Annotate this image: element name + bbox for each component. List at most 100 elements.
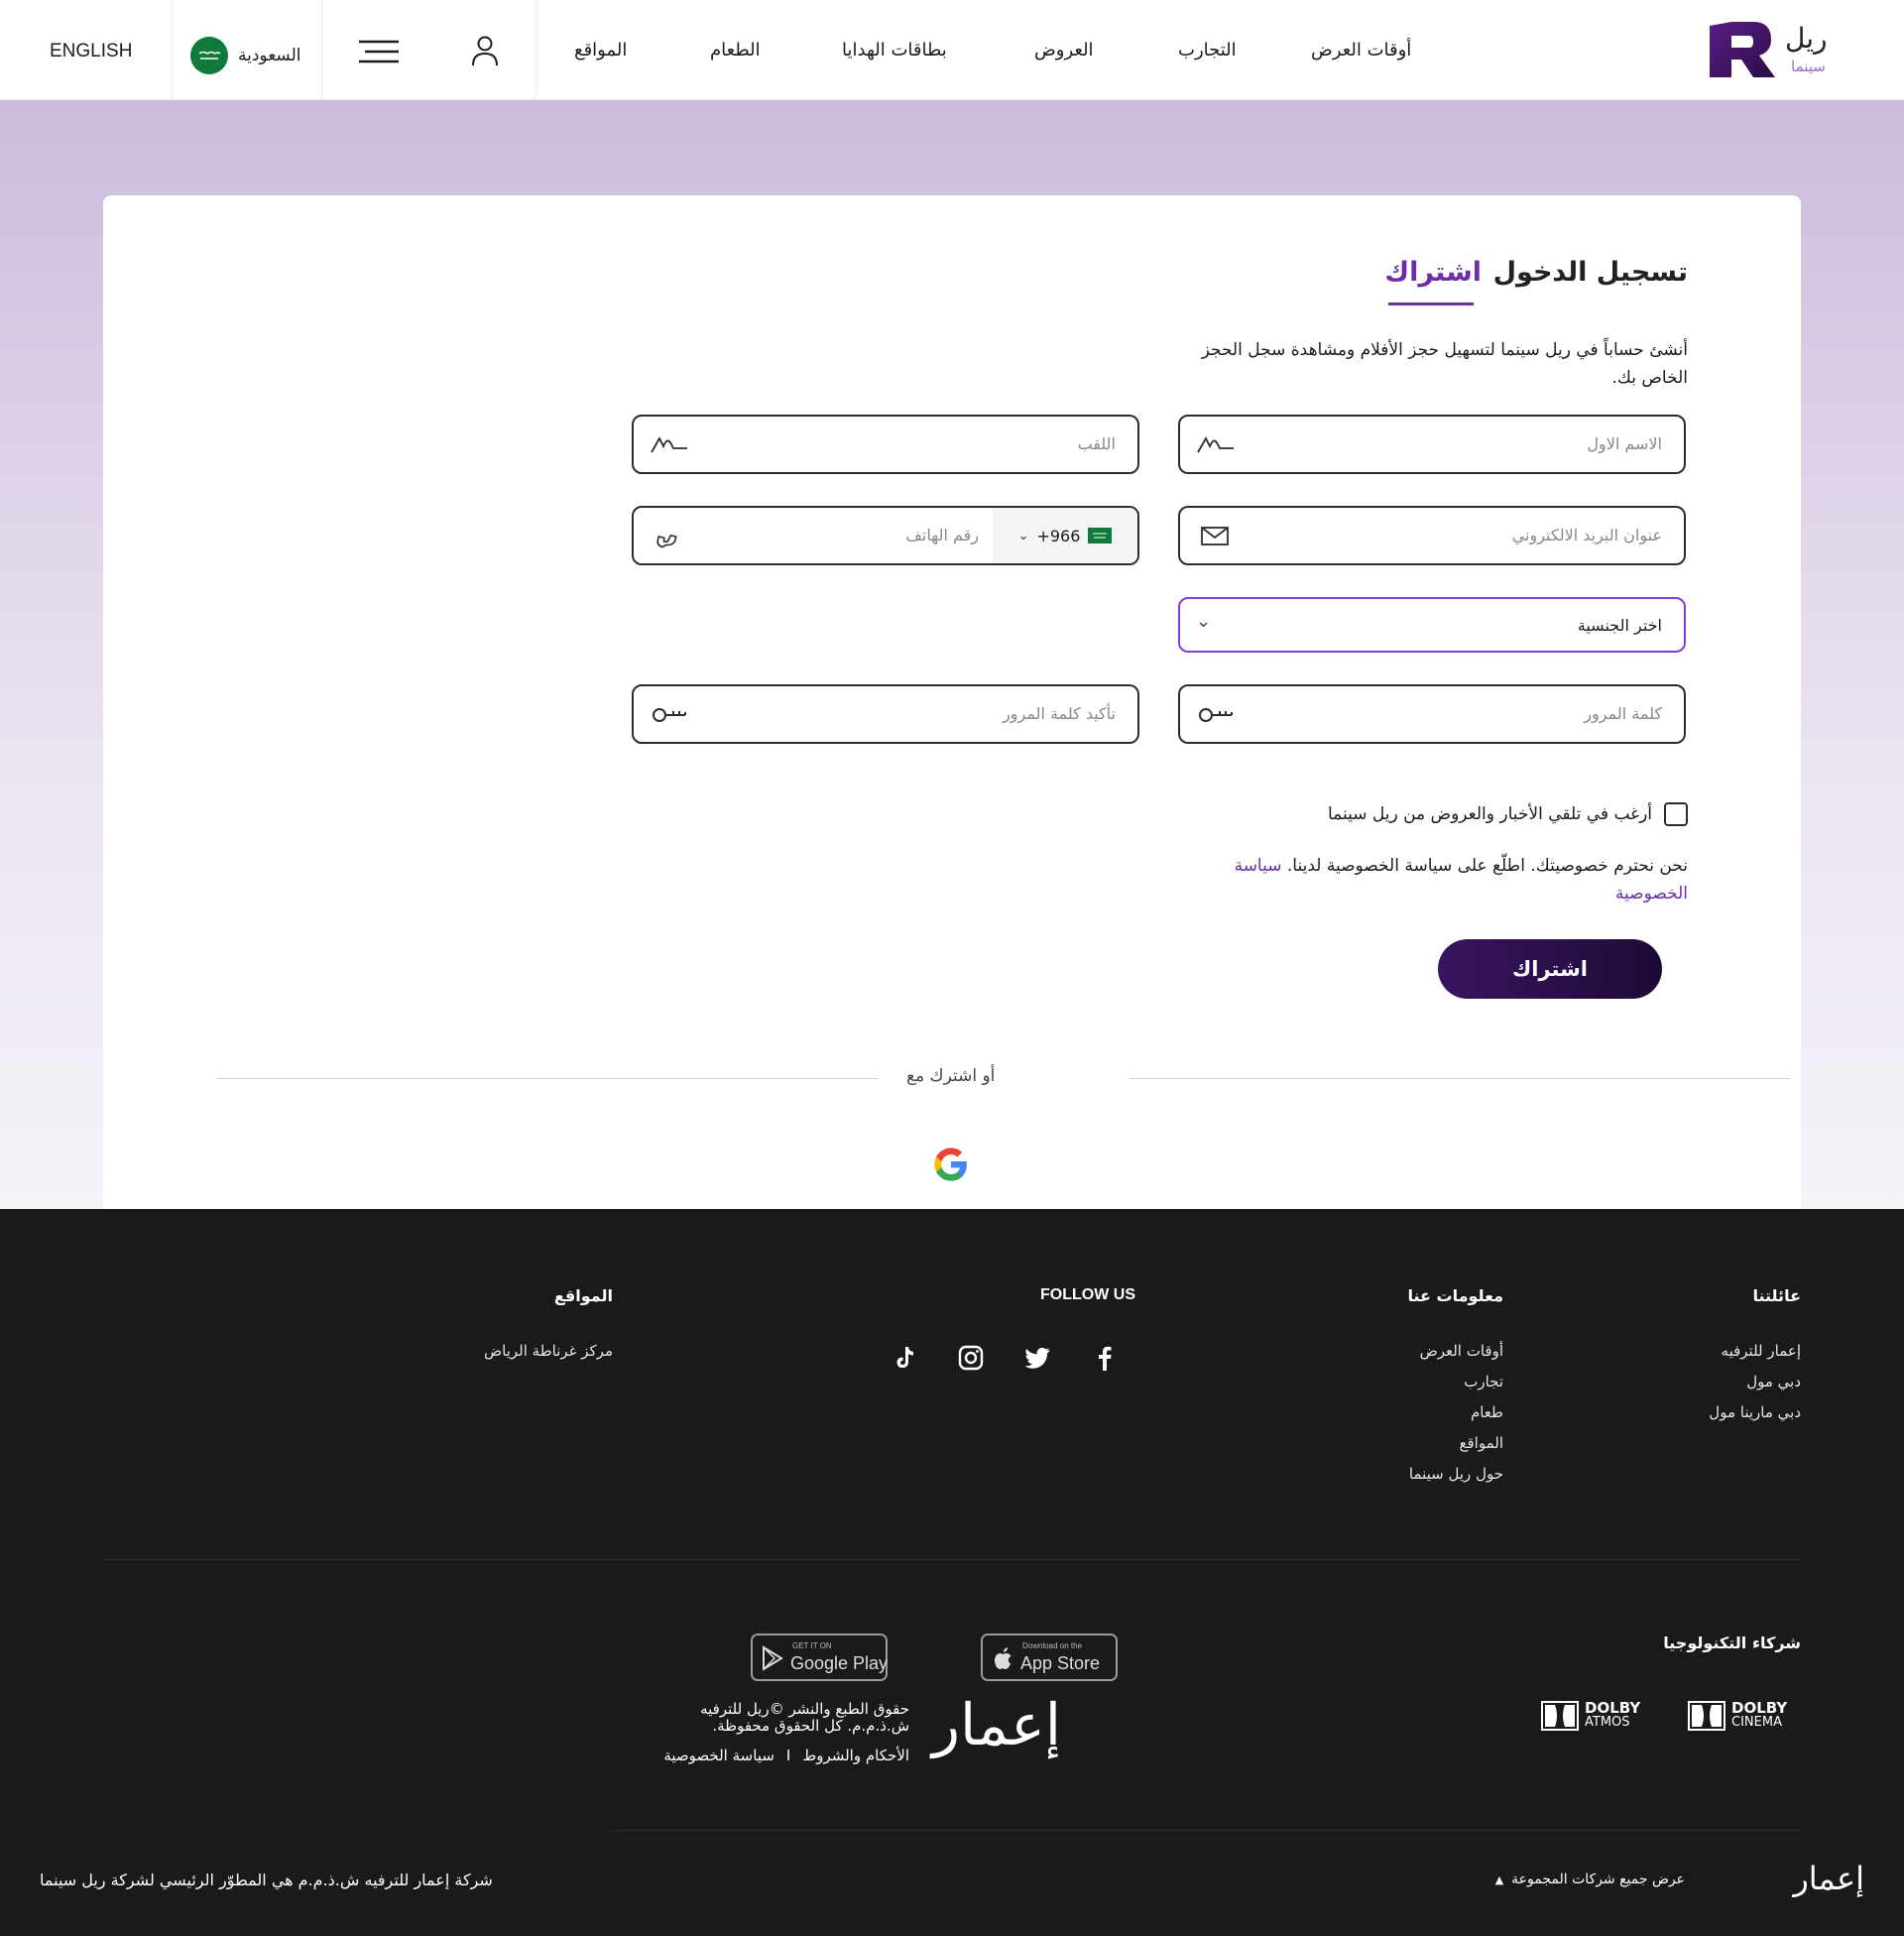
country-selector[interactable]: السعودية <box>190 36 300 75</box>
newsletter-label: أرغب في تلقي الأخبار والعروض من ريل سينم… <box>1327 804 1652 824</box>
google-play-badge[interactable]: GET IT ON Google Play <box>751 1634 888 1681</box>
footer-about-title: معلومات عنا <box>1407 1286 1503 1305</box>
page: ريل سينما أوقات العرض التجارب العروض بطا… <box>0 0 1904 1936</box>
phone-icon <box>656 534 677 548</box>
footer-about-link[interactable]: حول ريل سينما <box>1409 1465 1503 1483</box>
nav-food[interactable]: الطعام <box>710 40 761 60</box>
site-header: ريل سينما أوقات العرض التجارب العروض بطا… <box>0 0 1904 100</box>
chevron-down-icon: ⌄ <box>1196 611 1212 632</box>
developer-note: شركة إعمار للترفيه ش.ذ.م.م هي المطوّر ال… <box>40 1871 493 1889</box>
footer-locations-title: المواقع <box>553 1286 613 1305</box>
nav-offers[interactable]: العروض <box>1034 40 1094 60</box>
divider-line <box>1130 1078 1790 1079</box>
app-store-small: Download on the <box>1022 1641 1083 1650</box>
footer-follow-title: FOLLOW US <box>1040 1286 1135 1303</box>
last-name-field[interactable]: اللقب <box>632 415 1139 474</box>
tab-login[interactable]: تسجيل الدخول <box>1493 257 1688 288</box>
legal-separator: I <box>785 1747 791 1764</box>
header-divider <box>321 0 322 99</box>
language-toggle[interactable]: ENGLISH <box>50 41 132 62</box>
google-play-small: GET IT ON <box>792 1641 832 1650</box>
logo-subtitle: سينما <box>1791 58 1826 75</box>
phone-country-code[interactable]: ⌄ +966 <box>993 508 1137 563</box>
newsletter-checkbox-row[interactable]: أرغب في تلقي الأخبار والعروض من ريل سينم… <box>1328 802 1688 826</box>
footer-family-link[interactable]: دبي مول <box>1746 1373 1801 1391</box>
signature-icon <box>651 436 687 453</box>
footer-privacy-link[interactable]: سياسة الخصوصية <box>663 1747 774 1764</box>
group-companies-toggle[interactable]: عرض جميع شركات المجموعة ▲ <box>1495 1872 1685 1887</box>
divider-line <box>217 1078 878 1079</box>
app-store-badge[interactable]: Download on the App Store <box>981 1634 1118 1681</box>
email-field[interactable]: عنوان البريد الالكتروني <box>1178 506 1686 565</box>
app-store-big: App Store <box>1020 1653 1101 1673</box>
footer-about-link[interactable]: طعام <box>1471 1403 1503 1421</box>
chevron-down-icon: ⌄ <box>1017 528 1029 544</box>
phone-code-label: +966 <box>1036 526 1081 545</box>
twitter-icon[interactable] <box>1022 1343 1052 1373</box>
active-tab-indicator <box>1388 302 1474 305</box>
user-icon[interactable] <box>468 34 502 71</box>
footer-divider <box>103 1559 1801 1560</box>
google-signup-icon[interactable] <box>932 1146 970 1183</box>
footer-about-link[interactable]: المواقع <box>1460 1434 1503 1452</box>
emaar-logo-small-text: إعمار <box>1793 1860 1864 1897</box>
nav-showtimes[interactable]: أوقات العرض <box>1311 40 1411 60</box>
menu-icon[interactable] <box>357 38 401 69</box>
country-label: السعودية <box>238 46 301 65</box>
nationality-label: اختر الجنسية <box>1577 616 1662 635</box>
reel-cinema-logo[interactable]: ريل سينما <box>1710 18 1868 81</box>
nav-locations[interactable]: المواقع <box>574 40 627 60</box>
privacy-text: نحن نحترم خصوصيتك. اطلّع على سياسة الخصو… <box>1281 856 1688 876</box>
dolby-cinema-bottom: CINEMA <box>1731 1715 1782 1730</box>
copyright-text: حقوق الطبع والنشر ©ريل للترفيه ش.ذ.م.م. … <box>700 1700 909 1735</box>
phone-placeholder: رقم الهاتف <box>905 526 979 544</box>
dolby-atmos-bottom: ATMOS <box>1585 1715 1630 1730</box>
footer-location-link[interactable]: مركز غرناطة الرياض <box>484 1342 613 1360</box>
signup-card: اشتراك تسجيل الدخول أنشئ حساباً في ريل س… <box>103 195 1801 1265</box>
nav-gift-cards[interactable]: بطاقات الهدايا <box>842 40 947 60</box>
tiktok-icon[interactable] <box>890 1343 919 1373</box>
confirm-password-placeholder: تأكيد كلمة المرور <box>1003 704 1116 723</box>
group-companies-label: عرض جميع شركات المجموعة <box>1511 1872 1685 1887</box>
first-name-placeholder: الاسم الاول <box>1587 434 1662 453</box>
header-divider <box>172 0 173 99</box>
password-placeholder: كلمة المرور <box>1584 704 1662 723</box>
play-icon <box>763 1645 783 1671</box>
nav-experiences[interactable]: التجارب <box>1178 40 1237 60</box>
first-name-field[interactable]: الاسم الاول <box>1178 415 1686 474</box>
emaar-logo-small: إعمار <box>1793 1860 1864 1897</box>
footer-family-title: عائلتنا <box>1752 1286 1801 1305</box>
saudi-flag-icon <box>190 37 228 74</box>
legal-links: الأحكام والشروط I سياسة الخصوصية <box>663 1747 909 1764</box>
dolby-cinema-logo: DOLBY CINEMA <box>1688 1699 1797 1733</box>
page-background: اشتراك تسجيل الدخول أنشئ حساباً في ريل س… <box>0 100 1904 1265</box>
last-name-placeholder: اللقب <box>1077 434 1116 453</box>
instagram-icon[interactable] <box>956 1343 986 1373</box>
confirm-password-field[interactable]: تأكيد كلمة المرور <box>632 684 1139 744</box>
saudi-flag-icon <box>1088 528 1113 544</box>
email-placeholder: عنوان البريد الالكتروني <box>1511 526 1662 544</box>
or-signup-with: أو اشترك مع <box>906 1066 996 1086</box>
terms-link[interactable]: الأحكام والشروط <box>802 1747 909 1764</box>
footer-divider <box>613 1830 1801 1831</box>
footer-about-link[interactable]: تجارب <box>1464 1373 1503 1391</box>
footer-family-link[interactable]: إعمار للترفيه <box>1722 1342 1801 1360</box>
footer-family-link[interactable]: دبي مارينا مول <box>1709 1403 1801 1421</box>
logo-wordmark: ريل <box>1785 22 1828 55</box>
nationality-select[interactable]: اختر الجنسية ⌄ <box>1178 597 1686 653</box>
facebook-icon[interactable] <box>1090 1343 1120 1373</box>
privacy-notice: نحن نحترم خصوصيتك. اطلّع على سياسة الخصو… <box>1182 852 1688 908</box>
footer-about-link[interactable]: أوقات العرض <box>1420 1342 1503 1360</box>
newsletter-checkbox[interactable] <box>1664 802 1688 826</box>
tab-signup[interactable]: اشتراك <box>1384 257 1482 288</box>
apple-icon <box>995 1647 1012 1669</box>
emaar-logo: إعمار <box>932 1691 1061 1758</box>
phone-field[interactable]: ⌄ +966 رقم الهاتف <box>632 506 1139 565</box>
signup-submit-button[interactable]: اشتراك <box>1438 939 1662 999</box>
dolby-atmos-logo: DOLBY ATMOS <box>1541 1699 1650 1733</box>
signature-icon <box>1197 436 1234 453</box>
site-footer: عائلتنا إعمار للترفيه دبي مول دبي مارينا… <box>0 1209 1904 1936</box>
password-field[interactable]: كلمة المرور <box>1178 684 1686 744</box>
google-play-big: Google Play <box>790 1653 889 1673</box>
signup-intro: أنشئ حساباً في ريل سينما لتسهيل حجز الأف… <box>1201 340 1688 388</box>
